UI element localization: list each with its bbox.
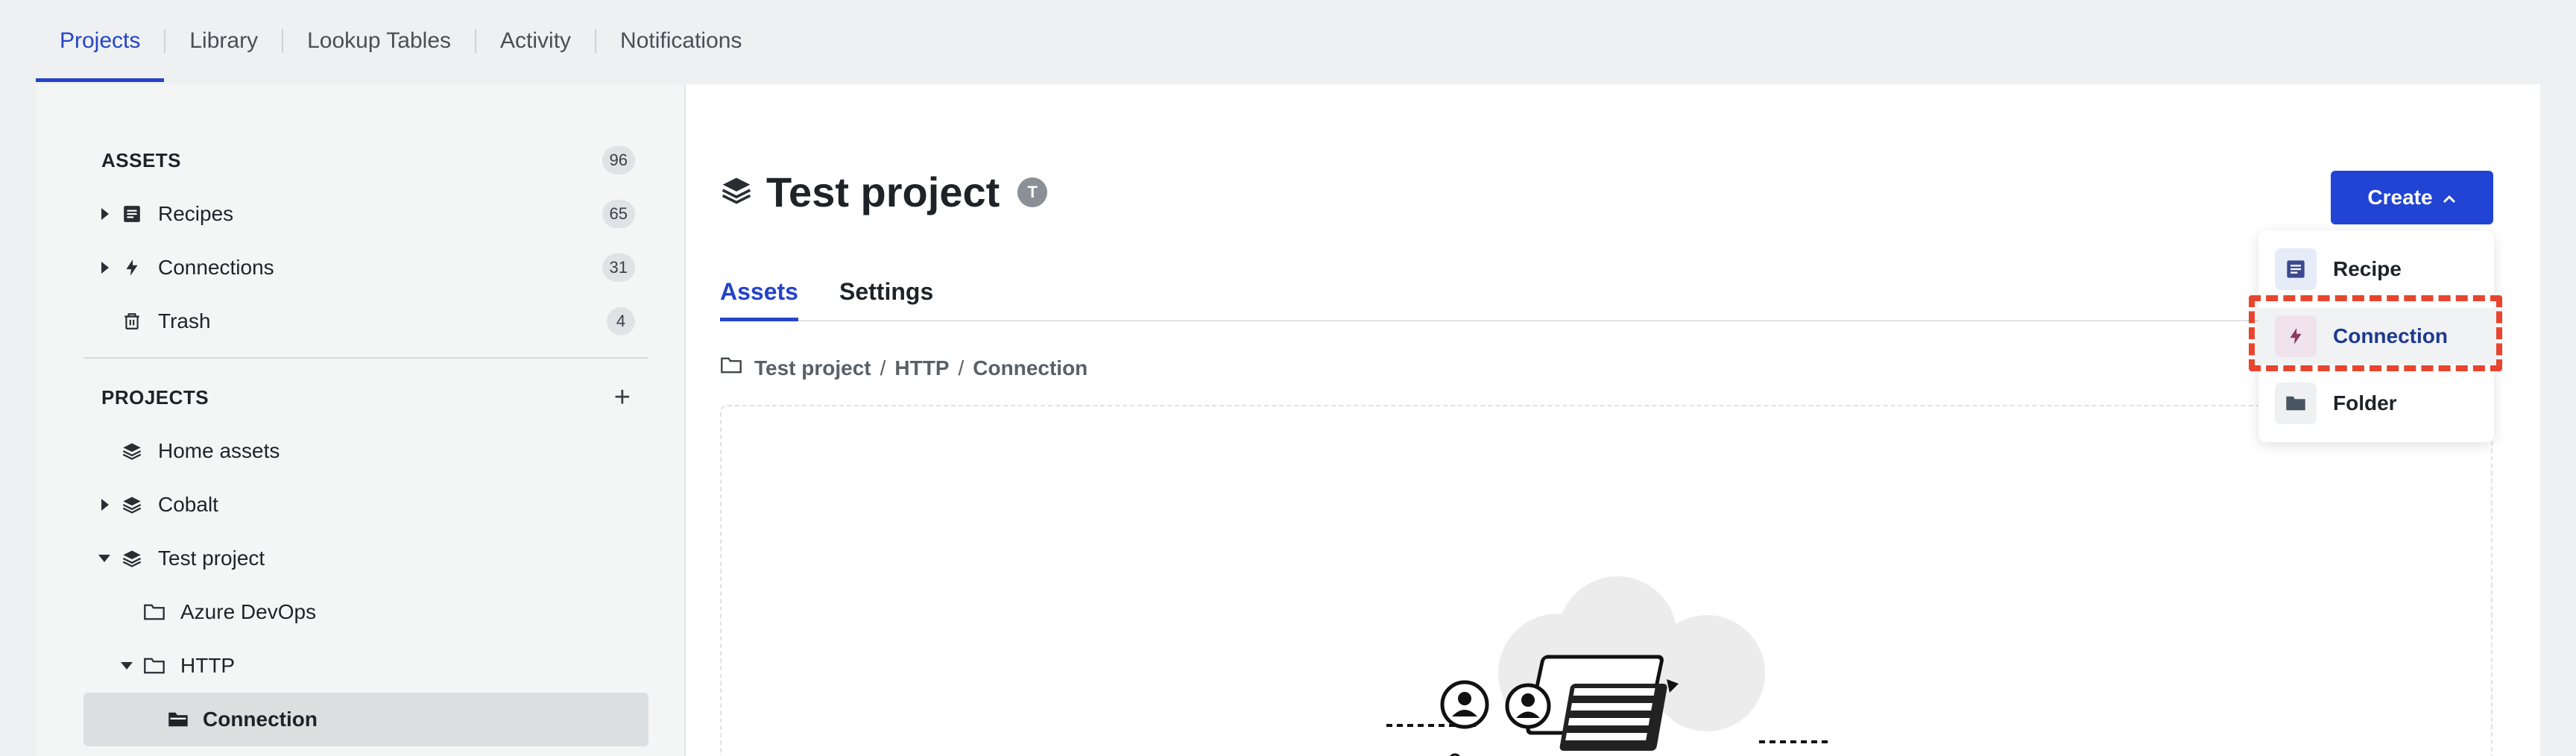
menu-item-folder[interactable]: Folder (2258, 375, 2494, 432)
count-badge: 4 (607, 307, 635, 336)
trash-icon (121, 310, 143, 333)
sidebar-item-label: Connection (203, 708, 318, 731)
assets-count-badge: 96 (602, 146, 635, 174)
caret-right-icon[interactable] (101, 262, 109, 274)
empty-state-illustration (1386, 576, 1830, 756)
sidebar-item-label: HTTP (180, 654, 236, 677)
avatar[interactable]: T (1017, 177, 1048, 207)
sidebar-item-label: Trash (158, 309, 211, 333)
layers-icon (121, 440, 143, 462)
menu-item-recipe[interactable]: Recipe (2258, 241, 2494, 297)
sidebar-item-recipes[interactable]: Recipes 65 (36, 195, 684, 233)
folder-open-icon (167, 708, 189, 731)
sidebar-item-label: Cobalt (158, 493, 218, 516)
page-title: Test project (766, 168, 1000, 215)
tab-library[interactable]: Library (165, 0, 282, 82)
create-button[interactable]: Create (2331, 171, 2493, 224)
caret-down-icon[interactable] (121, 662, 133, 670)
folder-icon (2275, 382, 2317, 424)
breadcrumb: Test project / HTTP / Connection (720, 356, 1087, 380)
caret-right-icon[interactable] (101, 499, 109, 511)
create-button-label: Create (2367, 186, 2433, 209)
tab-settings[interactable]: Settings (839, 278, 933, 320)
page-header: Test project T (720, 168, 1048, 216)
menu-item-label: Folder (2333, 391, 2397, 415)
layers-icon (121, 547, 143, 570)
breadcrumb-item: Connection (973, 356, 1088, 379)
projects-header-row: PROJECTS + (36, 378, 684, 417)
sidebar-item-home-assets[interactable]: Home assets (36, 432, 684, 470)
main-content: Test project T Assets Settings Test proj… (686, 84, 2540, 756)
sidebar-item-test-project[interactable]: Test project (36, 539, 684, 578)
recipe-icon (121, 203, 143, 225)
tab-lookup-tables[interactable]: Lookup Tables (283, 0, 475, 82)
sidebar-item-azure-devops[interactable]: Azure DevOps (36, 593, 684, 631)
tab-projects[interactable]: Projects (36, 0, 165, 82)
sidebar-divider (83, 357, 648, 359)
sidebar-item-label: Connections (158, 256, 274, 279)
tab-assets[interactable]: Assets (720, 278, 798, 321)
assets-header-row: ASSETS 96 (36, 141, 684, 180)
highlight-annotation (2249, 295, 2502, 371)
count-badge: 31 (602, 253, 635, 282)
folder-icon (143, 601, 165, 623)
sidebar-item-label: Home assets (158, 439, 280, 462)
add-project-icon[interactable]: + (614, 383, 631, 412)
recipe-icon (2275, 248, 2317, 290)
folder-icon (720, 356, 742, 380)
tab-notifications[interactable]: Notifications (596, 0, 765, 82)
menu-item-label: Recipe (2333, 257, 2402, 280)
sidebar-item-cobalt[interactable]: Cobalt (36, 485, 684, 524)
sidebar-item-connections[interactable]: Connections 31 (36, 248, 684, 287)
projects-header: PROJECTS (101, 385, 209, 409)
breadcrumb-item[interactable]: Test project (754, 356, 871, 380)
assets-header: ASSETS (101, 148, 182, 171)
tab-activity[interactable]: Activity (476, 0, 595, 82)
folder-icon (143, 655, 165, 677)
chevron-up-icon (2442, 186, 2457, 210)
content-tabs: Assets Settings (720, 278, 2436, 321)
layers-icon (121, 494, 143, 516)
sidebar-item-label: Test project (158, 546, 265, 570)
count-badge: 65 (602, 200, 635, 228)
caret-right-icon[interactable] (101, 208, 109, 220)
breadcrumb-separator: / (958, 356, 965, 379)
sidebar-item-label: Azure DevOps (180, 600, 317, 623)
sidebar-item-connection[interactable]: Connection (36, 700, 684, 739)
top-navigation: Projects Library Lookup Tables Activity … (36, 0, 765, 82)
layers-icon (720, 174, 753, 210)
sidebar-item-label: Recipes (158, 202, 234, 225)
sidebar-item-http[interactable]: HTTP (36, 646, 684, 685)
breadcrumb-separator: / (880, 356, 886, 379)
sidebar: ASSETS 96 Recipes 65 Connections 31 Tras… (36, 84, 686, 756)
bolt-icon (121, 256, 143, 279)
caret-down-icon[interactable] (98, 555, 110, 562)
breadcrumb-item[interactable]: HTTP (894, 356, 949, 380)
sidebar-item-trash[interactable]: Trash 4 (36, 302, 684, 341)
